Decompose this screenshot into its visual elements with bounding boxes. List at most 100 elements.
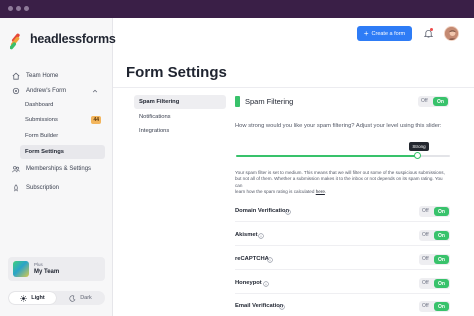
option-row-akismet: Akismet Off On	[235, 230, 450, 242]
create-form-button[interactable]: + Create a form	[357, 26, 412, 41]
option-label: reCAPTCHA	[235, 256, 269, 262]
spam-filtering-header: Spam Filtering Off On	[235, 96, 450, 108]
theme-dark-option[interactable]: Dark	[57, 292, 104, 304]
akismet-toggle[interactable]: Off On	[419, 230, 450, 241]
email-verification-toggle[interactable]: Off On	[419, 301, 450, 312]
settings-tab-notifications[interactable]: Notifications	[134, 110, 226, 124]
info-icon[interactable]	[263, 280, 269, 287]
option-row-honeypot: Honeypot Off On	[235, 278, 450, 290]
toggle-off-label: Off	[422, 303, 429, 309]
toggle-on-label: On	[434, 279, 449, 288]
settings-nav: Spam Filtering Notifications Integration…	[134, 95, 226, 139]
submissions-count-badge: 44	[91, 116, 101, 124]
sidebar-subitem-label: Dashboard	[25, 102, 54, 108]
sidebar-item-memberships[interactable]: Memberships & Settings	[8, 162, 106, 176]
sidebar-item-andrews-form[interactable]: Andrew's Form	[8, 84, 106, 98]
window-close-dot[interactable]	[8, 6, 13, 11]
sidebar-item-subscription[interactable]: Subscription	[8, 181, 106, 195]
settings-tab-integrations[interactable]: Integrations	[134, 124, 226, 138]
toggle-off-label: Off	[422, 208, 429, 214]
toggle-on-label: On	[434, 302, 449, 311]
explanation-line: learn how the spam rating is calculated …	[235, 189, 450, 195]
sidebar-item-label: Subscription	[26, 185, 60, 191]
headlessforms-logo-icon	[10, 33, 20, 50]
option-row-recaptcha: reCAPTCHA Off On	[235, 254, 450, 266]
toggle-off-label: Off	[421, 98, 428, 104]
sidebar-item-label: Team Home	[26, 73, 59, 79]
toggle-off-label: Off	[422, 256, 429, 262]
row-divider	[235, 269, 450, 270]
sidebar-subitem-form-builder[interactable]: Form Builder	[20, 129, 105, 143]
brand-name: headlessforms	[30, 32, 116, 46]
rocket-icon	[12, 184, 20, 192]
window-maximize-dot[interactable]	[24, 6, 29, 11]
toggle-on-label: On	[434, 255, 449, 264]
slider-fill	[236, 155, 418, 157]
row-divider	[235, 245, 450, 246]
sidebar-subitem-label: Form Builder	[25, 133, 59, 139]
sidebar: headlessforms Team Home Andrew's Form Da…	[0, 18, 116, 316]
sidebar-item-label: Memberships & Settings	[26, 166, 92, 172]
option-row-domain-verification: Domain Verification Off On	[235, 206, 450, 218]
option-row-email-verification: Email Verification Off On	[235, 301, 450, 313]
info-icon[interactable]	[279, 303, 285, 310]
toggle-off-label: Off	[422, 232, 429, 238]
notification-dot	[430, 28, 433, 31]
user-avatar[interactable]	[444, 26, 459, 41]
toggle-off-label: Off	[422, 280, 429, 286]
spam-filtering-toggle[interactable]: Off On	[418, 96, 449, 107]
sidebar-subitem-form-settings[interactable]: Form Settings	[20, 145, 105, 159]
chevron-up-icon[interactable]	[92, 88, 98, 94]
team-name: My Team	[34, 269, 60, 275]
brand-logo[interactable]: headlessforms	[10, 28, 120, 54]
spam-strength-question: How strong would you like your spam filt…	[235, 123, 442, 129]
honeypot-toggle[interactable]: Off On	[419, 278, 450, 289]
sidebar-item-team-home[interactable]: Team Home	[8, 69, 106, 83]
toggle-on-label: On	[434, 207, 449, 216]
row-divider	[235, 221, 450, 222]
theme-light-option[interactable]: Light	[9, 292, 56, 304]
row-divider	[235, 293, 450, 294]
toggle-on-label: On	[434, 231, 449, 240]
moon-icon	[69, 294, 76, 302]
info-icon[interactable]	[267, 256, 273, 263]
settings-tab-spam-filtering[interactable]: Spam Filtering	[134, 95, 226, 109]
team-switcher[interactable]: Plus My Team	[8, 257, 105, 281]
spam-rating-link[interactable]: here	[316, 189, 325, 194]
option-label: Honeypot	[235, 280, 262, 286]
section-indicator	[235, 96, 240, 107]
slider-value-tooltip: Strong	[409, 142, 429, 151]
sidebar-item-label: Andrew's Form	[26, 88, 67, 94]
home-icon	[12, 72, 20, 80]
spam-explanation: Your spam filter is set to medium. This …	[235, 170, 450, 196]
gear-icon	[12, 87, 20, 95]
info-icon[interactable]	[285, 208, 291, 215]
users-icon	[12, 165, 20, 173]
info-icon[interactable]	[258, 232, 264, 239]
explanation-end: .	[324, 189, 327, 195]
theme-light-label: Light	[31, 295, 45, 301]
page-title: Form Settings	[126, 64, 227, 81]
recaptcha-toggle[interactable]: Off On	[419, 254, 450, 265]
explanation-text: learn how the spam rating is calculated	[235, 189, 315, 195]
sidebar-subitem-label: Submissions	[25, 117, 58, 123]
explanation-line: but not all of them. Whether a submissio…	[235, 176, 443, 188]
sidebar-subitem-dashboard[interactable]: Dashboard	[20, 98, 105, 112]
window-titlebar	[0, 0, 474, 18]
sidebar-subitem-label: Form Settings	[25, 149, 64, 155]
sun-icon	[20, 294, 27, 302]
window-minimize-dot[interactable]	[16, 6, 21, 11]
sidebar-subitem-submissions[interactable]: Submissions 44	[20, 113, 105, 127]
create-form-label: Create a form	[371, 30, 406, 37]
team-plan: Plus	[34, 262, 43, 267]
plus-icon: +	[363, 28, 369, 38]
theme-dark-label: Dark	[80, 295, 92, 301]
section-title: Spam Filtering	[245, 97, 294, 106]
theme-switch: Light Dark	[8, 291, 105, 305]
domain-verification-toggle[interactable]: Off On	[419, 206, 450, 217]
toggle-on-label: On	[433, 97, 448, 106]
header-divider	[113, 87, 474, 88]
slider-handle[interactable]	[414, 152, 422, 159]
option-label: Email Verification	[235, 303, 284, 309]
team-avatar	[13, 261, 29, 277]
